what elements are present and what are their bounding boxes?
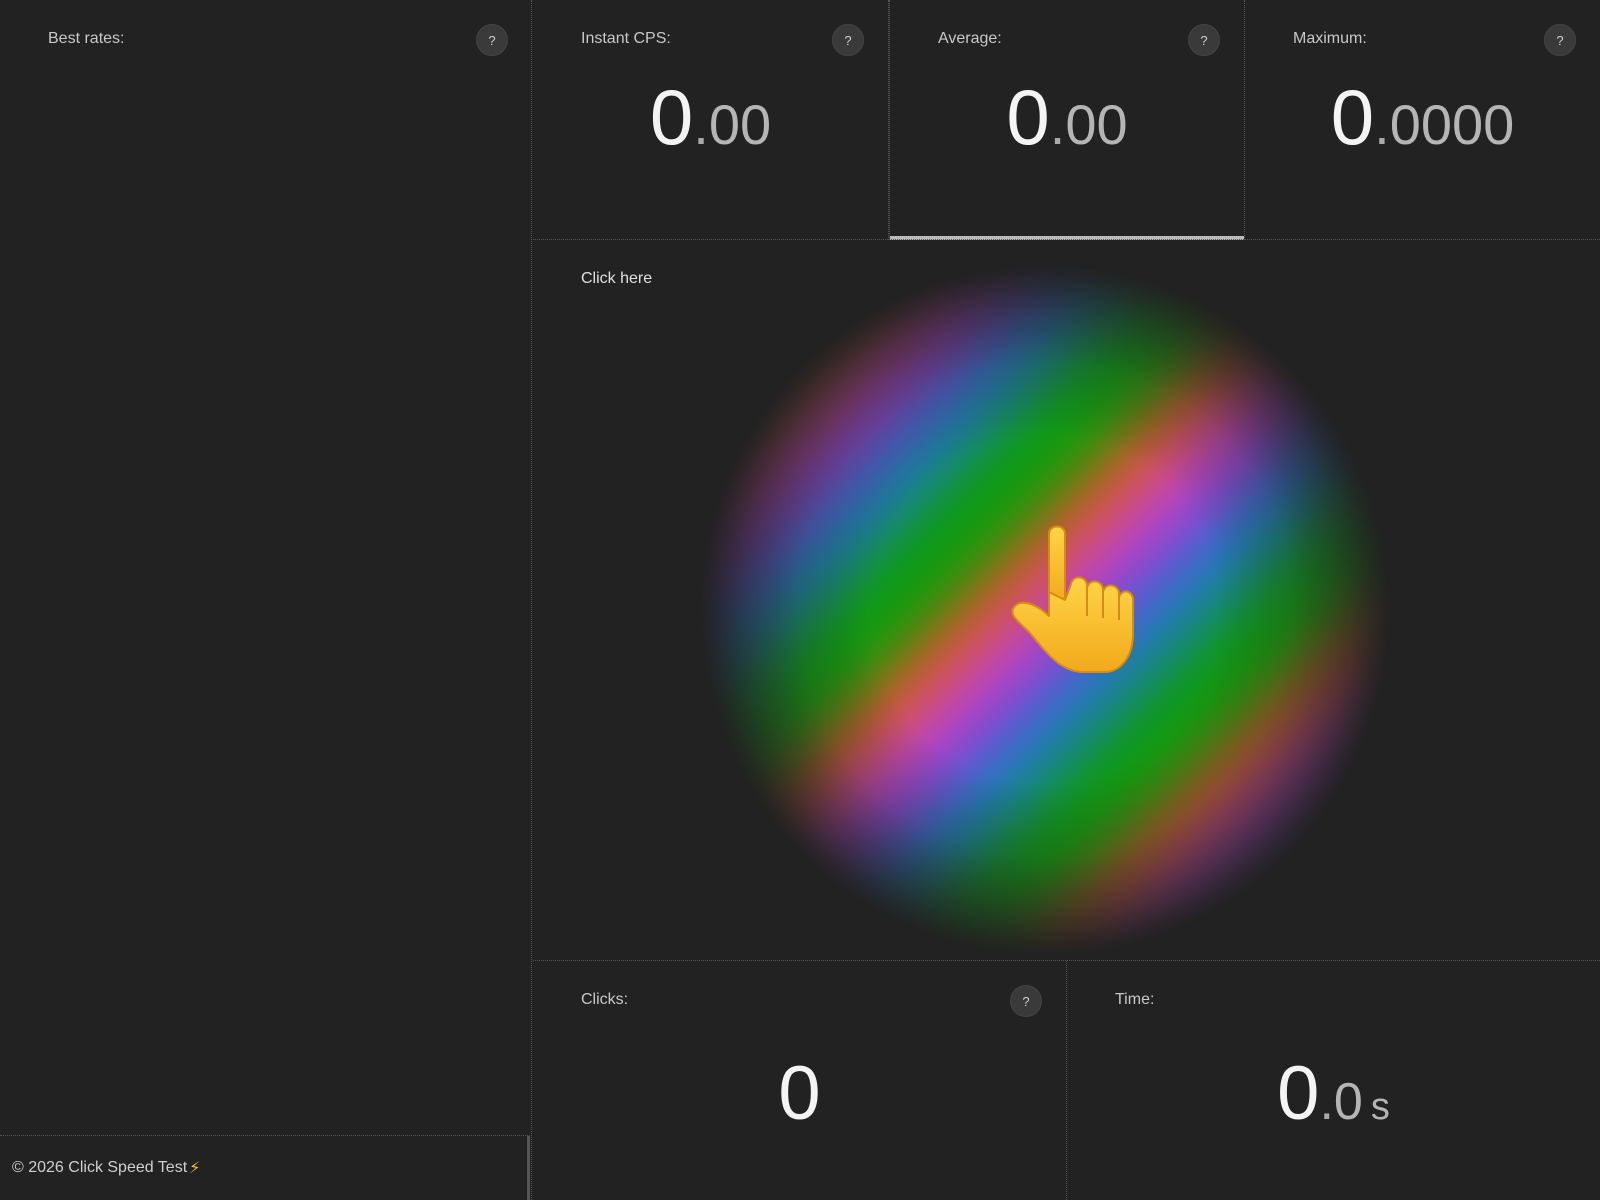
average-label: Average: — [938, 30, 1002, 47]
instant-cps-help-button[interactable]: ? — [832, 24, 864, 56]
clicks-panel: Clicks: ? 0 — [533, 961, 1067, 1200]
sidebar-resize-handle[interactable] — [527, 1136, 530, 1200]
instant-cps-decimal: 00 — [708, 93, 772, 156]
footer: © 2026 Click Speed Test ⚡ — [0, 1135, 530, 1200]
time-decimal: 0 — [1333, 1073, 1363, 1131]
time-unit: s — [1370, 1086, 1390, 1128]
click-here-label: Click here — [581, 270, 653, 287]
maximum-decimal: 0000 — [1389, 93, 1515, 156]
best-rates-label: Best rates: — [48, 30, 125, 47]
time-int: 0 — [1277, 1051, 1320, 1136]
maximum-int: 0 — [1330, 73, 1375, 161]
instant-cps-panel: Instant CPS: ? 0.00 — [533, 0, 889, 240]
pointing-hand-icon — [1011, 525, 1134, 673]
clicks-value: 0 — [778, 1051, 821, 1136]
maximum-help-button[interactable]: ? — [1544, 24, 1576, 56]
average-decimal: 00 — [1065, 93, 1128, 156]
maximum-panel: Maximum: ? 0.0000 — [1245, 0, 1600, 240]
average-help-button[interactable]: ? — [1188, 24, 1220, 56]
instant-cps-value: 0.00 — [533, 78, 888, 157]
time-panel: Time: 0.0 s — [1067, 961, 1600, 1200]
average-int: 0 — [1006, 73, 1050, 161]
time-value: 0.0 s — [1067, 1056, 1600, 1132]
instant-cps-int: 0 — [649, 73, 694, 161]
maximum-dot: . — [1374, 93, 1390, 156]
average-dot: . — [1049, 93, 1066, 156]
time-dot: . — [1319, 1073, 1334, 1131]
lightning-bolt-icon: ⚡ — [189, 1160, 201, 1177]
average-panel: Average: ? 0.00 — [889, 0, 1245, 240]
instant-cps-label: Instant CPS: — [581, 30, 671, 47]
clicks-label: Clicks: — [581, 991, 629, 1008]
footer-copyright: © 2026 Click Speed Test — [12, 1159, 188, 1176]
click-area[interactable]: Click here — [533, 240, 1600, 960]
instant-cps-dot: . — [693, 93, 709, 156]
maximum-value: 0.0000 — [1245, 78, 1600, 157]
maximum-label: Maximum: — [1293, 30, 1367, 47]
time-label: Time: — [1115, 991, 1155, 1008]
app-root: Best rates: ? © 2026 Click Speed Test ⚡ … — [0, 0, 1600, 1200]
best-rates-help-button[interactable]: ? — [476, 24, 508, 56]
clicks-help-button[interactable]: ? — [1010, 985, 1042, 1017]
best-rates-panel: Best rates: ? © 2026 Click Speed Test ⚡ — [0, 0, 532, 1200]
average-value: 0.00 — [890, 78, 1244, 157]
